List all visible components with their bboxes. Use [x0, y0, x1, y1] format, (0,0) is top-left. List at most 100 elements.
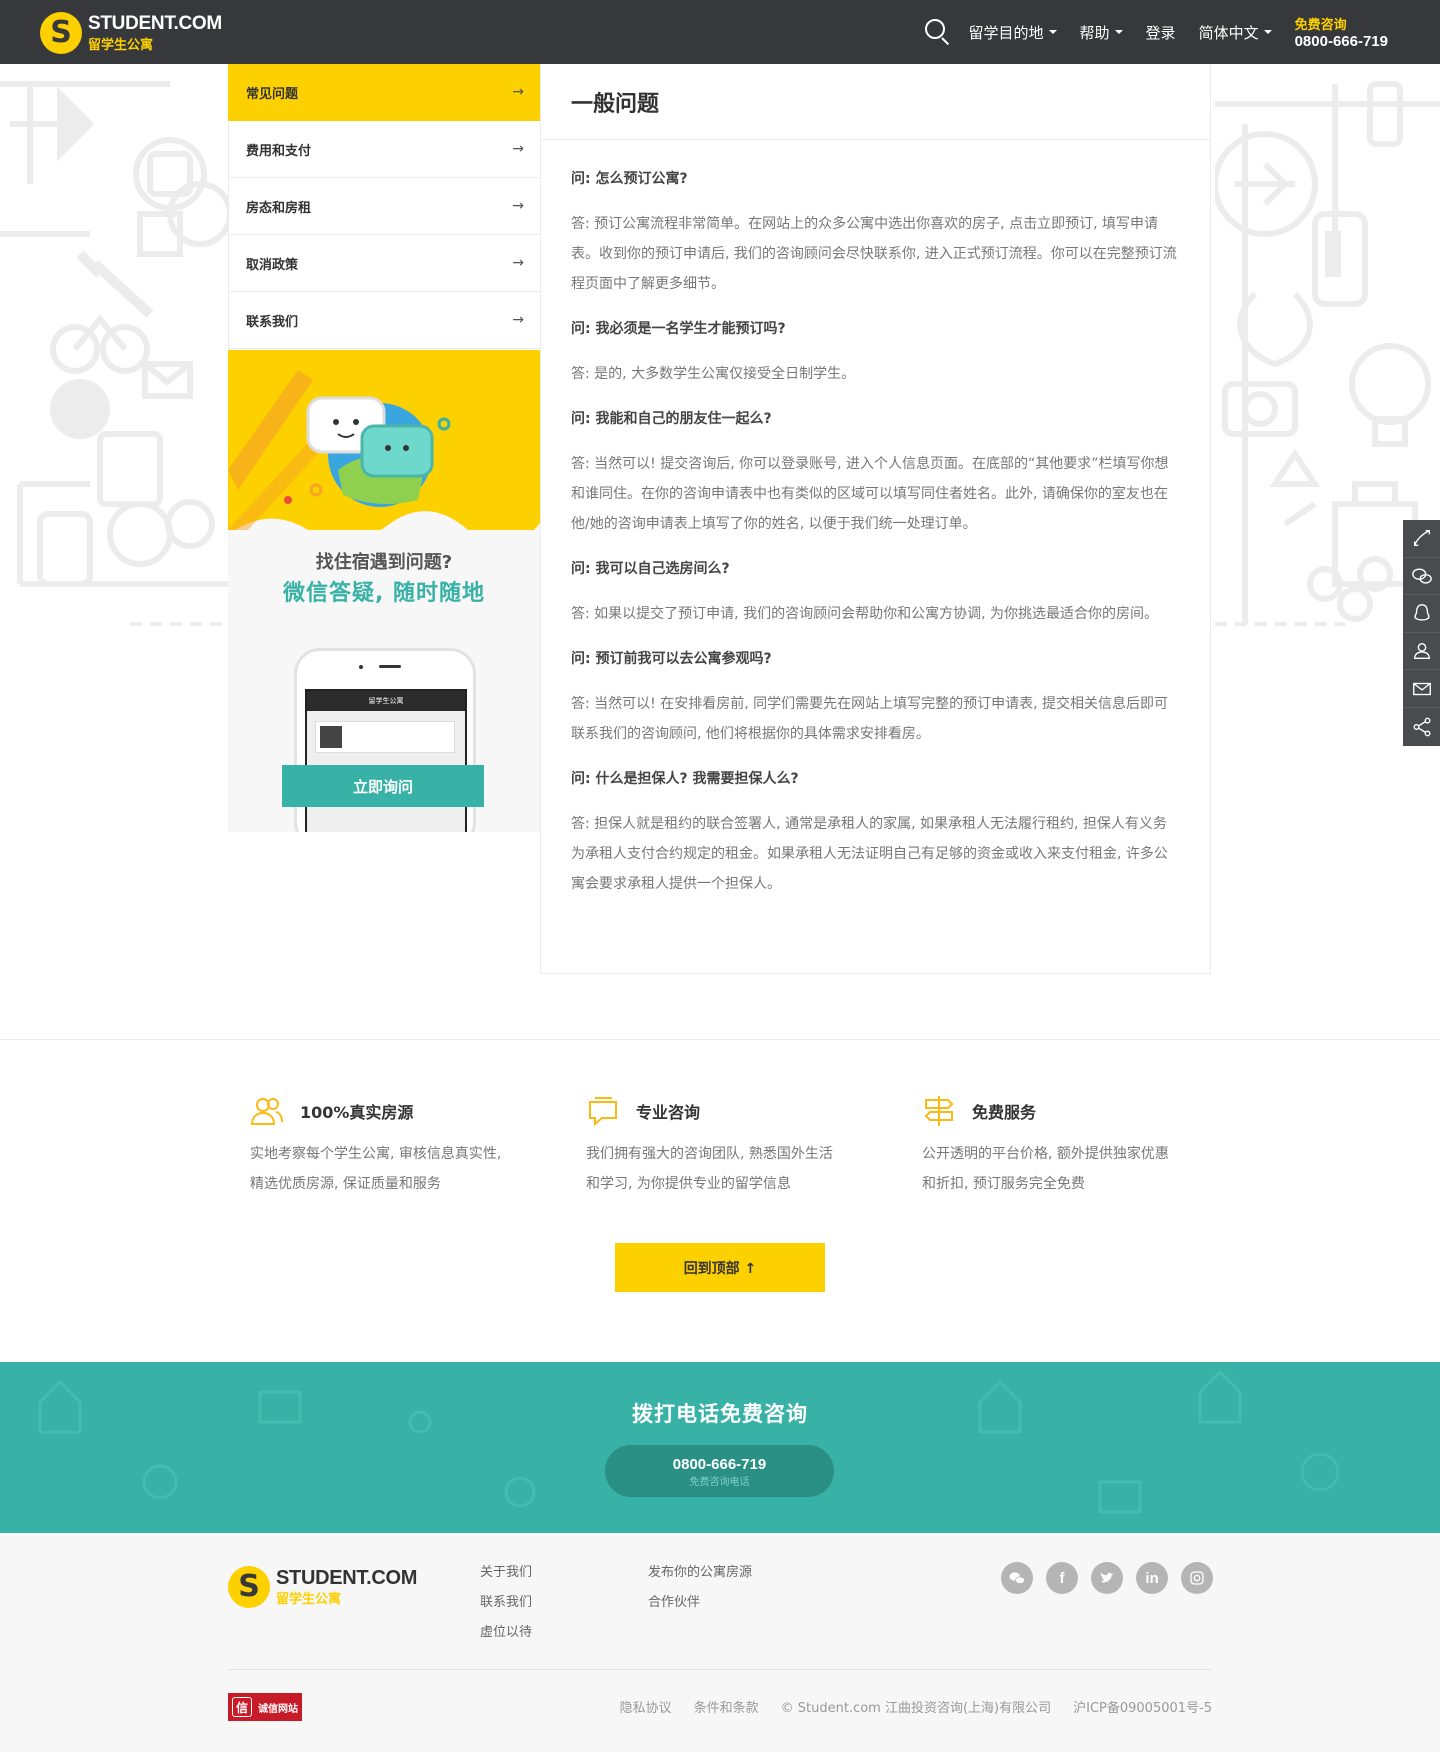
wechat-screen: 留学生公寓 [305, 689, 467, 832]
call-sublabel: 免费咨询电话 [689, 1477, 750, 1488]
faq-sidebar: 常见问题 → 费用和支付 → 房态和房租 → 取消政策 → 联系我们 → [228, 64, 540, 349]
nav-help[interactable]: 帮助 [1080, 22, 1123, 43]
footer-link-list-property[interactable]: 发布你的公寓房源 [648, 1563, 752, 1593]
feature-desc: 我们拥有强大的咨询团队, 熟悉国外生活和学习, 为你提供专业的留学信息 [586, 1146, 833, 1192]
page-title: 一般问题 [541, 64, 1210, 140]
sidebar-item-fees[interactable]: 费用和支付 → [228, 121, 540, 178]
answer: 答: 当然可以! 提交咨询后, 你可以登录账号, 进入个人信息页面。在底部的“其… [571, 456, 1169, 532]
feature-title: 专业咨询 [636, 1103, 701, 1122]
chevron-down-icon [1263, 30, 1272, 34]
call-title: 拨打电话免费咨询 [632, 1402, 808, 1426]
answer: 答: 预订公寓流程非常简单。在网站上的众多公寓中选出你喜欢的房子, 点击立即预订… [571, 216, 1177, 292]
privacy-link[interactable]: 隐私协议 [620, 1697, 672, 1716]
phone-label: 免费咨询 [1294, 18, 1347, 33]
logo-s-mark: S [40, 12, 82, 54]
call-phone-button[interactable]: 0800-666-719 免费咨询电话 [605, 1445, 834, 1497]
site-logo[interactable]: S STUDENT.COM 留学生公寓 [40, 10, 230, 54]
nav-language[interactable]: 简体中文 [1199, 22, 1272, 43]
footer-links-col1: 关于我们 联系我们 虚位以待 [480, 1563, 532, 1653]
logo-text: STUDENT.COM [88, 13, 222, 34]
sidebar-item-label: 费用和支付 [246, 143, 312, 159]
back-to-top-button[interactable]: 回到顶部 ↑ [615, 1243, 825, 1292]
feature-consulting: 专业咨询 我们拥有强大的咨询团队, 熟悉国外生活和学习, 为你提供专业的留学信息 [586, 1094, 846, 1199]
search-icon[interactable] [923, 17, 953, 47]
instagram-icon[interactable] [1181, 1562, 1213, 1594]
footer-logo[interactable]: S STUDENT.COM 留学生公寓 [228, 1564, 428, 1608]
share-icon[interactable] [1403, 708, 1440, 746]
logo-subtitle: 留学生公寓 [88, 38, 154, 53]
feature-verified: 100%真实房源 实地考察每个学生公寓, 审核信息真实性, 精选优质房源, 保证… [250, 1094, 510, 1199]
feature-title: 100%真实房源 [300, 1103, 414, 1122]
screen-message [315, 721, 455, 753]
answer: 答: 是的, 大多数学生公寓仅接受全日制学生。 [571, 366, 856, 382]
user-icon[interactable] [1403, 633, 1440, 671]
logo-s-mark: S [228, 1566, 270, 1608]
chat-bubbles-illustration [228, 370, 451, 530]
question: 问: 我能和自己的朋友住一起么? [571, 411, 772, 427]
call-number: 0800-666-719 [672, 1456, 767, 1473]
top-header: S STUDENT.COM 留学生公寓 留学目的地 帮助 登录 简体中文 免费咨… [0, 0, 1440, 64]
question: 问: 我可以自己选房间么? [571, 561, 730, 577]
sidebar-item-cancellation[interactable]: 取消政策 → [228, 235, 540, 292]
facebook-icon[interactable]: f [1046, 1562, 1078, 1594]
answer: 答: 当然可以! 在安排看房前, 同学们需要先在网站上填写完整的预订申请表, 提… [571, 696, 1169, 742]
sidebar-item-label: 常见问题 [246, 86, 299, 102]
answer: 答: 如果以提交了预订申请, 我们的咨询顾问会帮助你和公寓方协调, 为你挑选最适… [571, 606, 1158, 622]
question: 问: 怎么预订公寓? [571, 171, 688, 187]
wechat-promo: 找住宿遇到问题? 微信答疑, 随时随地 留学生公寓 立即询问 [228, 350, 540, 832]
footer-link-about[interactable]: 关于我们 [480, 1563, 532, 1593]
inquire-now-button[interactable]: 立即询问 [282, 765, 484, 807]
sidebar-item-contact[interactable]: 联系我们 → [228, 292, 540, 349]
promo-question: 找住宿遇到问题? [315, 552, 453, 573]
footer-links-col2: 发布你的公寓房源 合作伙伴 [648, 1563, 752, 1623]
linkedin-icon[interactable]: in [1136, 1562, 1168, 1594]
arrow-right-icon: → [512, 255, 524, 271]
trust-label: 诚信网站 [258, 1703, 298, 1715]
arrow-right-icon: → [512, 141, 524, 157]
chevron-down-icon [1048, 30, 1057, 34]
sidebar-item-label: 联系我们 [246, 314, 299, 330]
phone-number: 0800-666-719 [1294, 33, 1388, 50]
footer-link-placeholder[interactable]: 虚位以待 [480, 1623, 532, 1653]
sidebar-item-availability[interactable]: 房态和房租 → [228, 178, 540, 235]
sidebar-item-faq[interactable]: 常见问题 → [228, 64, 540, 121]
wechat-icon[interactable] [1001, 1562, 1033, 1594]
background-doodle-left [0, 64, 230, 644]
arrow-right-icon: → [512, 198, 524, 214]
qq-icon[interactable] [1403, 595, 1440, 633]
avatar [320, 726, 342, 748]
features-section: 100%真实房源 实地考察每个学生公寓, 审核信息真实性, 精选优质房源, 保证… [0, 1039, 1440, 1359]
answer: 答: 担保人就是租约的联合签署人, 通常是承租人的家属, 如果承租人无法履行租约… [571, 816, 1168, 892]
feature-desc: 实地考察每个学生公寓, 审核信息真实性, 精选优质房源, 保证质量和服务 [250, 1146, 502, 1192]
chat-icon [589, 1097, 617, 1127]
feature-title: 免费服务 [972, 1103, 1037, 1122]
header-phone[interactable]: 免费咨询 0800-666-719 [1295, 14, 1388, 50]
wechat-icon[interactable] [1403, 558, 1440, 596]
footer-link-contact[interactable]: 联系我们 [480, 1593, 532, 1623]
logo-subtitle: 留学生公寓 [276, 1592, 342, 1607]
terms-link[interactable]: 条件和条款 [694, 1697, 759, 1716]
footer-divider [228, 1669, 1211, 1670]
arrow-right-icon: → [512, 312, 524, 328]
twitter-icon[interactable] [1091, 1562, 1123, 1594]
feature-free: 免费服务 公开透明的平台价格, 额外提供独家优惠和折扣, 预订服务完全免费 [922, 1094, 1182, 1199]
question: 问: 我必须是一名学生才能预订吗? [571, 321, 786, 337]
phone-icon[interactable] [1403, 520, 1440, 558]
logo-text: STUDENT.COM [276, 1567, 418, 1589]
users-icon [250, 1098, 283, 1125]
arrow-right-icon: → [512, 84, 524, 100]
main-nav: 留学目的地 帮助 登录 简体中文 免费咨询 0800-666-719 [923, 0, 1388, 64]
nav-destinations[interactable]: 留学目的地 [969, 22, 1057, 43]
trust-badge[interactable]: 信 诚信网站 [228, 1693, 302, 1721]
nav-login[interactable]: 登录 [1146, 22, 1176, 43]
copyright-text: © Student.com 江曲投资咨询(上海)有限公司 [780, 1701, 1052, 1716]
sidebar-item-label: 房态和房租 [246, 200, 312, 216]
call-section: 拨打电话免费咨询 0800-666-719 免费咨询电话 [0, 1362, 1440, 1533]
mail-icon[interactable] [1403, 670, 1440, 708]
chevron-down-icon [1114, 30, 1123, 34]
icp-license[interactable]: 沪ICP备09005001号-5 [1073, 1697, 1212, 1716]
footer-link-partners[interactable]: 合作伙伴 [648, 1593, 752, 1623]
signpost-icon [924, 1096, 954, 1126]
social-links: f in [1001, 1562, 1226, 1594]
promo-headline: 微信答疑, 随时随地 [282, 581, 486, 606]
